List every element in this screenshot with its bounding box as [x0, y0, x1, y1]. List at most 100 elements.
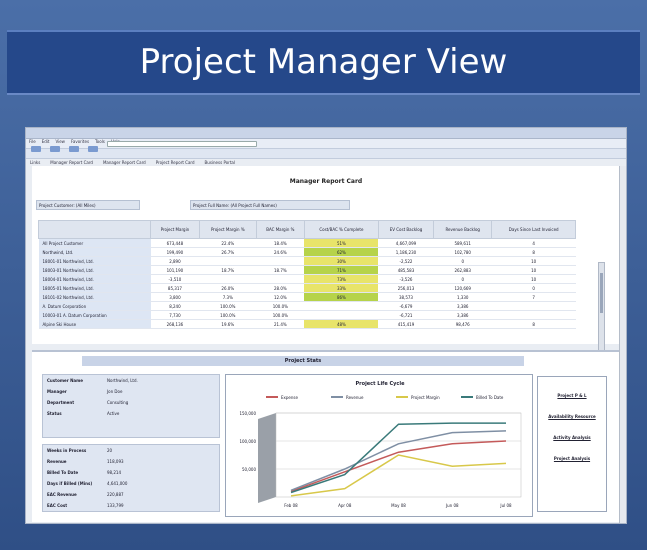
- info-key: Department: [47, 400, 75, 405]
- y-tick-label: 150,000: [239, 411, 256, 416]
- table-cell: 12.0%: [256, 292, 305, 302]
- table-cell: 100.0%: [256, 301, 305, 311]
- table-cell: 100.0%: [199, 310, 257, 320]
- browser-window: FileEditViewFavoritesToolsHelp LinksMana…: [25, 127, 627, 524]
- column-header: Cost/BAC % Complete: [303, 220, 379, 239]
- address-bar[interactable]: [107, 141, 258, 147]
- column-header: Days Since Last Invoiced: [491, 220, 576, 239]
- report-link-button[interactable]: Project P & L: [538, 393, 606, 398]
- table-cell: 24.6%: [256, 247, 305, 257]
- stat-value: 98,214: [107, 470, 121, 475]
- legend-label: Revenue: [346, 395, 364, 400]
- table-cell: 19.6%: [199, 319, 257, 329]
- table-cell: 10: [491, 256, 576, 266]
- info-row: Customer Name Northwind, Ltd.: [47, 378, 219, 386]
- table-cell: 4: [491, 238, 576, 248]
- table-cell: 256,013: [378, 283, 434, 293]
- table-cell: 2,890: [150, 256, 200, 266]
- table-cell: 8,240: [150, 301, 200, 311]
- stat-key: EAC Cost: [47, 503, 68, 508]
- column-header: [37, 220, 152, 239]
- row-name: All Project Customer: [38, 238, 151, 248]
- stat-row: Billed To Date 98,214: [47, 470, 219, 478]
- table-cell: 7.3%: [199, 292, 257, 302]
- y-tick-label: 100,000: [239, 439, 256, 444]
- table-row[interactable]: A. Datum Corporation 8,240 100.0% 100.0% -6,…: [38, 301, 576, 311]
- stat-key: Weeks in Process: [47, 448, 87, 453]
- table-cell: 10: [491, 265, 576, 275]
- table-row[interactable]: 18005-01 Northwind, Ltd. 85,317 26.0% 28.0%…: [38, 283, 576, 293]
- project-life-cycle-chart: Project Life Cycle Expense Revenue Project …: [225, 374, 533, 517]
- table-cell: 62%: [304, 247, 379, 257]
- row-name: 18001-01 Northwind, Ltd.: [38, 256, 151, 266]
- link-item[interactable]: Project Report Card: [156, 160, 195, 165]
- links-bar: Links Manager Report Card Manager Report C…: [26, 149, 626, 165]
- link-item[interactable]: Manager Report Card: [103, 160, 146, 165]
- report-link-button[interactable]: Project Analysis: [538, 456, 606, 461]
- info-key: Customer Name: [47, 378, 83, 383]
- report-link-button[interactable]: Activity Analysis: [538, 435, 606, 440]
- table-cell: 120,669: [433, 283, 492, 293]
- table-cell: [256, 256, 305, 266]
- chart-title: Project Life Cycle: [356, 381, 406, 387]
- link-item[interactable]: Links: [30, 160, 40, 165]
- stat-row: Weeks in Process 20: [47, 448, 219, 456]
- x-tick-label: Jun 08: [445, 503, 459, 508]
- table-cell: 0: [491, 283, 576, 293]
- table-cell: -6,679: [378, 301, 434, 311]
- legend-label: Project Margin: [411, 395, 440, 400]
- table-cell: 3,386: [433, 310, 492, 320]
- table-row[interactable]: 18101-02 Northwind, Ltd. 3,800 7.3% 12.0% 86…: [38, 292, 576, 302]
- table-cell: [304, 301, 379, 311]
- y-tick-label: 50,000: [242, 467, 256, 472]
- table-cell: -2,522: [378, 256, 434, 266]
- table-cell: 415,419: [378, 319, 434, 329]
- table-cell: 51%: [304, 238, 379, 248]
- row-name: 18005-01 Northwind, Ltd.: [38, 283, 151, 293]
- info-value: Consulting: [107, 400, 129, 405]
- slide-title: Project Manager View: [139, 42, 508, 82]
- project-stats-panel: Project Stats Customer Name Northwind, Lt…: [32, 352, 620, 522]
- table-cell: 3,386: [433, 301, 492, 311]
- table-cell: 102,780: [433, 247, 492, 257]
- table-row[interactable]: 18001-01 Northwind, Ltd. 2,890 30% -2,522 0 1…: [38, 256, 576, 266]
- table-cell: -3,526: [378, 274, 434, 284]
- table-row[interactable]: 18003-01 Northwind, Ltd. 101,190 18.7% 18.7…: [38, 265, 576, 275]
- table-row[interactable]: 18004-01 Northwind, Ltd. -3,510 73% -3,526 0…: [38, 274, 576, 284]
- page-scrollbar[interactable]: [619, 166, 626, 523]
- table-cell: -6,721: [378, 310, 434, 320]
- table-cell: 199,490: [150, 247, 200, 257]
- report-link-button[interactable]: Availability Resource: [538, 414, 606, 419]
- table-row[interactable]: Alpine Ski House 268,136 19.6% 21.4% 48% 415,…: [38, 319, 576, 329]
- table-cell: 0: [433, 274, 492, 284]
- table-cell: [199, 274, 257, 284]
- table-cell: 38,573: [378, 292, 434, 302]
- table-cell: 18.7%: [256, 265, 305, 275]
- table-cell: 98,476: [433, 319, 492, 329]
- link-item[interactable]: Manager Report Card: [50, 160, 93, 165]
- table-cell: 26.0%: [199, 283, 257, 293]
- legend-label: Expense: [281, 395, 299, 400]
- table-cell: -3,510: [150, 274, 200, 284]
- table-row[interactable]: 10003-01 A. Datum Corporation 7,730 100.0%…: [38, 310, 576, 320]
- report-links: Project P & L Availability Resource Activi…: [537, 376, 607, 512]
- table-cell: 485,583: [378, 265, 434, 275]
- stat-key: Billed To Date: [47, 470, 79, 475]
- table-cell: 7: [491, 292, 576, 302]
- project-stats-box: Weeks in Process 20 Revenue 118,093 Billed T…: [42, 444, 220, 512]
- table-cell: 100.0%: [199, 301, 257, 311]
- table-cell: 0: [433, 256, 492, 266]
- table-row[interactable]: All Project Customer 673,448 22.4% 18.4% 51%…: [38, 238, 576, 248]
- link-item[interactable]: Business Portal: [205, 160, 235, 165]
- browser-toolbar: [26, 139, 626, 152]
- table-row[interactable]: Northwind, Ltd. 199,490 26.7% 24.6% 62% 1,186…: [38, 247, 576, 257]
- title-bar: Project Manager View: [7, 30, 640, 95]
- table-cell: 268,136: [150, 319, 200, 329]
- chart-svg: Project Life Cycle Expense Revenue Project …: [239, 381, 522, 508]
- table-cell: 18.4%: [256, 238, 305, 248]
- project-filter[interactable]: Project Full Name: (All Project Full Nam…: [190, 200, 350, 210]
- info-row: Department Consulting: [47, 400, 219, 408]
- table-cell: [199, 256, 257, 266]
- customer-filter[interactable]: Project Customer: (All Miles): [36, 200, 140, 210]
- table-cell: 86%: [304, 292, 379, 302]
